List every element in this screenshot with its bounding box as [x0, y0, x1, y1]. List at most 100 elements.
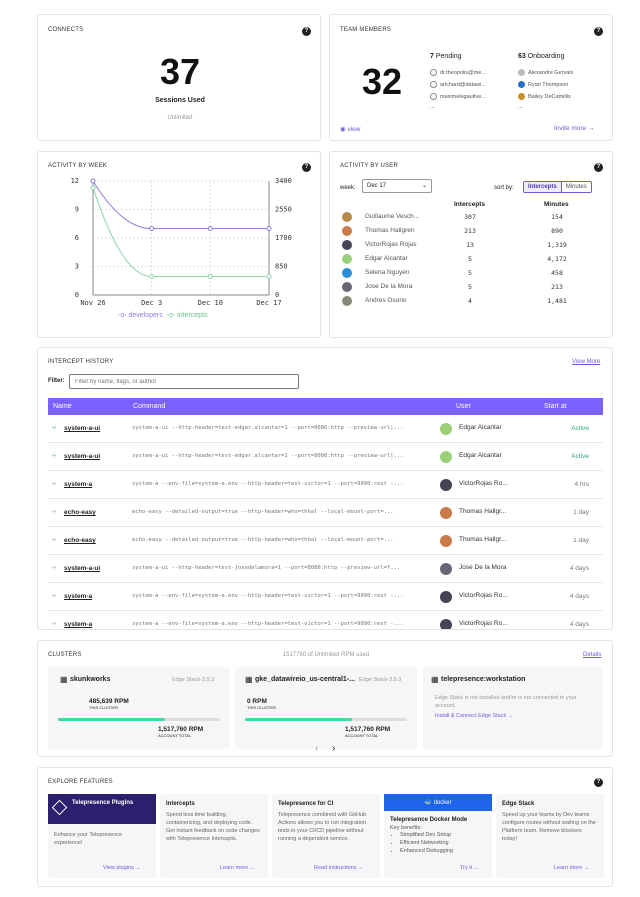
help-icon[interactable]: ?	[302, 27, 311, 36]
sort-label: sort by:	[494, 185, 514, 191]
week-select[interactable]: Dec 17 ⌄	[362, 179, 432, 193]
avatar	[518, 93, 525, 101]
chevron-down-icon: ⌄	[421, 183, 427, 189]
view-link[interactable]: ◉ view	[340, 125, 361, 133]
table-row[interactable]: ⑂ system-a system-a --env-file=system-a.en…	[48, 611, 603, 629]
y-tick-label-left: 6	[75, 234, 79, 242]
intercept-user: VictorRojas Ro...	[459, 592, 508, 599]
user-minutes: 154	[551, 213, 563, 221]
intercept-icon: ⑂	[52, 537, 57, 544]
intercept-name-link[interactable]: system-a-ui	[64, 453, 100, 460]
avatar	[440, 535, 452, 547]
user-name: VictorRojas Rojas	[365, 241, 417, 248]
intercept-icon: ⑂	[52, 481, 57, 488]
feature-docker-mode: 🐳 docker Telepresence Docker Mode Key be…	[384, 794, 492, 878]
feature-title: Telepresence for CI	[278, 801, 334, 807]
intercept-start: 4 days	[569, 565, 589, 572]
explore-features-card: EXPLORE FEATURES ? Telepresence Plugins …	[37, 767, 613, 887]
user-activity-row: Jose De la Mora 5 213	[342, 281, 602, 295]
cluster-rpm: 485,639 RPM	[89, 698, 129, 705]
list-item: dr.theopolis@me...	[430, 67, 486, 79]
try-it-link[interactable]: Try it →	[460, 865, 479, 871]
cluster-card-skunkworks[interactable]: ▦ skunkworks Edge Stack-3.9.3 485,639 RP…	[48, 667, 230, 749]
user-name: Thomas Hallgren	[365, 227, 415, 234]
table-row[interactable]: ⑂ system-a-ui system-a-ui --http-header=te…	[48, 555, 603, 583]
activity-user-title: ACTIVITY BY USER	[340, 163, 398, 169]
invite-more-link[interactable]: Invite more →	[554, 125, 594, 132]
list-item: maximelegaultve...	[430, 91, 486, 103]
intercept-name-link[interactable]: system-a	[64, 593, 92, 600]
rpm-bar	[245, 718, 407, 721]
pending-list: dr.theopolis@me... arichard@datawi... ma…	[430, 67, 486, 111]
details-link[interactable]: Details	[583, 652, 601, 658]
user-name: Andres Osorio	[365, 297, 407, 304]
read-instructions-link[interactable]: Read instructions →	[314, 865, 364, 871]
user-intercepts: 13	[466, 241, 474, 249]
intercept-name-link[interactable]: system-a-ui	[64, 565, 100, 572]
help-icon[interactable]: ?	[594, 27, 603, 36]
user-minutes: 458	[551, 269, 563, 277]
list-item: Enhanced Debugging	[400, 847, 492, 855]
user-activity-row: Edgar Alcantar 5 4,172	[342, 253, 602, 267]
intercept-name-link[interactable]: echo-easy	[64, 509, 96, 516]
team-count: 32	[362, 61, 403, 102]
feature-title: Intercepts	[166, 801, 195, 807]
cluster-acct-label: ACCOUNT TOTAL	[345, 733, 379, 738]
y-tick-label-left: 3	[75, 263, 79, 271]
filter-label: Filter:	[48, 378, 65, 384]
view-more-link[interactable]: View More	[572, 359, 600, 365]
y-tick-label-left: 9	[75, 206, 79, 214]
avatar	[342, 268, 352, 278]
intercept-command: system-a --env-file=system-a.env --http-…	[132, 593, 404, 599]
intercept-start: 1 day	[573, 537, 589, 544]
x-tick-label: Dec 17	[256, 299, 281, 307]
view-plugins-link[interactable]: View plugins →	[103, 865, 141, 871]
list-item: Bailey DeCamillis	[518, 91, 573, 103]
cluster-this-label: THIS CLUSTER	[247, 705, 276, 710]
cluster-name: skunkworks	[70, 676, 111, 683]
table-row[interactable]: ⑂ echo-easy echo-easy --detailed-output=tr…	[48, 499, 603, 527]
intercept-name-link[interactable]: system-a-ui	[64, 425, 100, 432]
cluster-card-gke[interactable]: ▦ gke_datawireio_us-central1-... Edge St…	[235, 667, 417, 749]
prev-page-button[interactable]: ‹	[315, 743, 318, 754]
avatar	[342, 212, 352, 222]
table-row[interactable]: ⑂ system-a-ui system-a-ui --http-header=te…	[48, 443, 603, 471]
user-intercepts: 5	[468, 269, 472, 277]
user-minutes: 213	[551, 283, 563, 291]
learn-more-link[interactable]: Learn more →	[554, 865, 589, 871]
activity-week-card: ACTIVITY BY WEEK ? 0 3 6 9 12 0 850 1700 2550 340…	[37, 151, 321, 338]
avatar	[440, 479, 452, 491]
cluster-version: Edge Stack-3.9.3	[359, 677, 402, 683]
data-point-developers	[207, 226, 213, 231]
avatar	[342, 240, 352, 250]
rpm-bar	[58, 718, 220, 721]
install-edge-stack-link[interactable]: Install & Connect Edge Stack →	[435, 713, 513, 719]
legend-intercepts: -o- intercepts	[166, 312, 208, 319]
intercept-name-link[interactable]: system-a	[64, 481, 92, 488]
table-row[interactable]: ⑂ system-a system-a --env-file=system-a.en…	[48, 583, 603, 611]
help-icon[interactable]: ?	[302, 163, 311, 172]
benefits-list: Simplified Dev Setup Efficient Networkin…	[384, 831, 492, 855]
help-icon[interactable]: ?	[594, 163, 603, 172]
learn-more-link[interactable]: Learn more →	[220, 865, 255, 871]
avatar	[342, 296, 352, 306]
intercept-user: Thomas Hallgr...	[459, 536, 507, 543]
ellipsis: ...	[430, 104, 435, 110]
sort-intercepts-button[interactable]: Intercepts	[524, 182, 561, 192]
user-activity-row: Selena Nguyen 5 458	[342, 267, 602, 281]
table-row[interactable]: ⑂ system-a system-a --env-file=system-a.en…	[48, 471, 603, 499]
next-page-button[interactable]: ›	[332, 743, 335, 754]
cluster-card-workstation[interactable]: ▦ telepresence:workstation Edge Stack is…	[423, 667, 603, 749]
sort-minutes-button[interactable]: Minutes	[560, 182, 591, 192]
filter-input[interactable]	[69, 374, 299, 389]
help-icon[interactable]: ?	[594, 778, 603, 787]
table-row[interactable]: ⑂ system-a-ui system-a-ui --http-header=te…	[48, 415, 603, 443]
user-activity-row: Andres Osorio 4 1,481	[342, 295, 602, 309]
user-intercepts: 5	[468, 283, 472, 291]
feature-sub: Key benefits:	[390, 825, 422, 831]
intercept-name-link[interactable]: echo-easy	[64, 537, 96, 544]
table-row[interactable]: ⑂ echo-easy echo-easy --detailed-output=tr…	[48, 527, 603, 555]
data-point-intercepts	[149, 274, 155, 280]
user-icon	[430, 81, 437, 89]
intercept-name-link[interactable]: system-a	[64, 621, 92, 628]
